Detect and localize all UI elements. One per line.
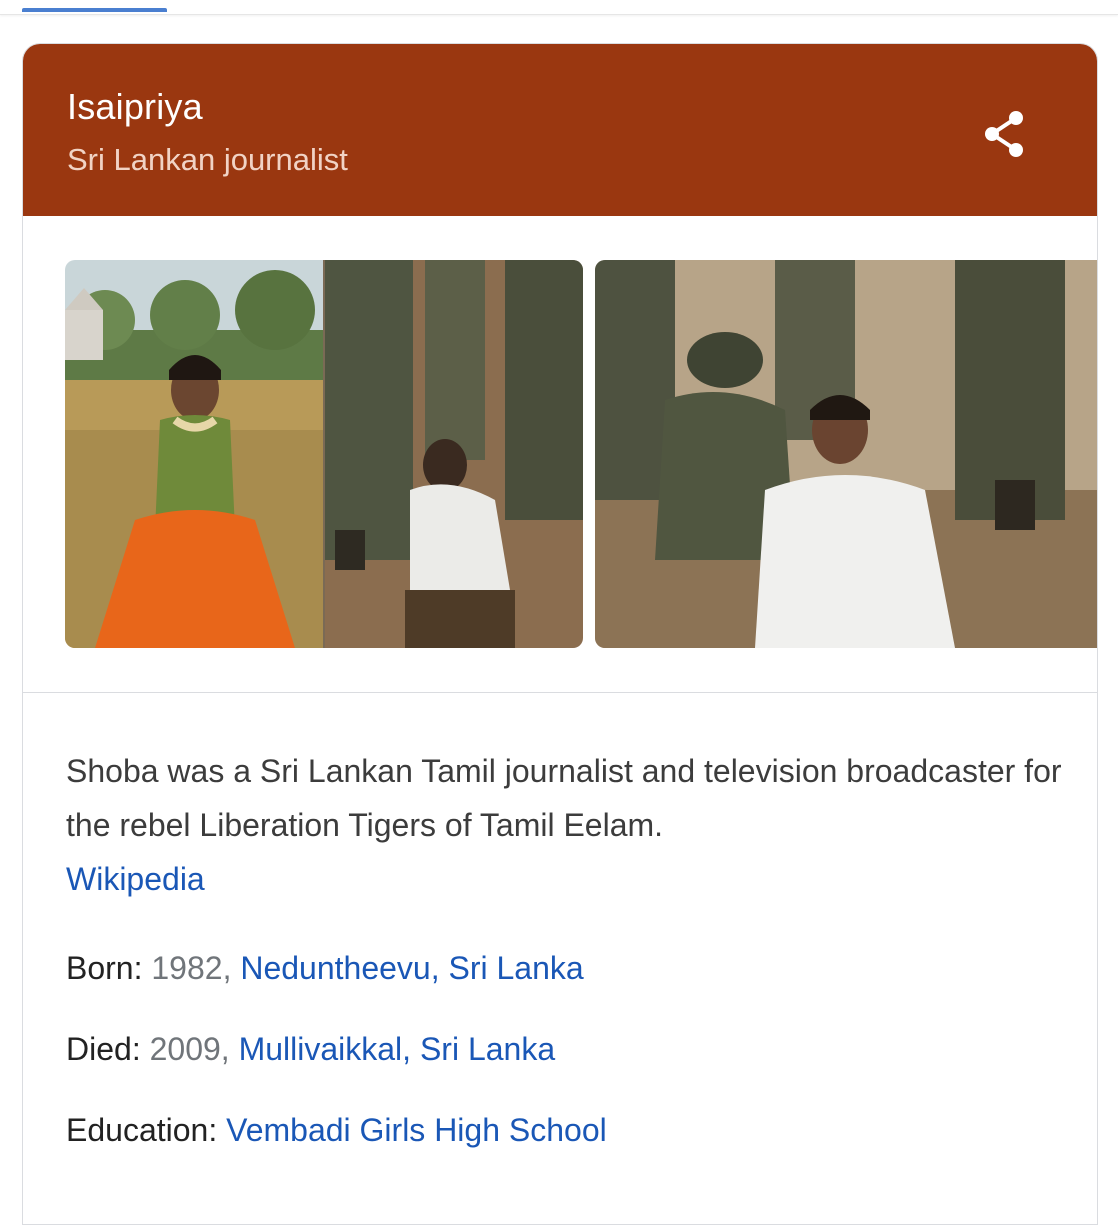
entity-description: Shoba was a Sri Lankan Tamil journalist …	[66, 744, 1066, 906]
fact-died-year: 2009	[149, 1031, 221, 1067]
entity-title: Isaipriya	[67, 86, 203, 127]
fact-died-separator: ,	[220, 1031, 230, 1067]
knowledge-panel-header: Isaipriya Sri Lankan journalist	[23, 44, 1097, 216]
entity-photo-2[interactable]	[595, 260, 1097, 648]
fact-died: Died: 2009, Mullivaikkal, Sri Lanka	[66, 1031, 555, 1068]
fact-education: Education: Vembadi Girls High School	[66, 1112, 607, 1149]
top-tab-bar	[0, 0, 1118, 15]
knowledge-panel: Isaipriya Sri Lankan journalist Shoba wa…	[22, 43, 1098, 1225]
description-text: Shoba was a Sri Lankan Tamil journalist …	[66, 753, 1062, 843]
fact-education-label: Education:	[66, 1112, 218, 1148]
wikipedia-link[interactable]: Wikipedia	[66, 861, 205, 897]
section-divider	[23, 692, 1097, 693]
image-carousel	[65, 260, 1097, 650]
entity-subtitle: Sri Lankan journalist	[67, 142, 348, 177]
fact-born: Born: 1982, Neduntheevu, Sri Lanka	[66, 950, 584, 987]
fact-died-label: Died:	[66, 1031, 141, 1067]
died-place-link[interactable]: Mullivaikkal, Sri Lanka	[239, 1031, 556, 1067]
education-link[interactable]: Vembadi Girls High School	[226, 1112, 607, 1148]
fact-born-label: Born:	[66, 950, 143, 986]
fact-born-separator: ,	[222, 950, 232, 986]
share-button[interactable]	[973, 102, 1037, 166]
born-place-link[interactable]: Neduntheevu, Sri Lanka	[240, 950, 583, 986]
fact-born-year: 1982	[151, 950, 223, 986]
share-icon	[985, 111, 1023, 157]
entity-photo-1[interactable]	[65, 260, 583, 648]
active-tab-indicator	[22, 8, 167, 12]
